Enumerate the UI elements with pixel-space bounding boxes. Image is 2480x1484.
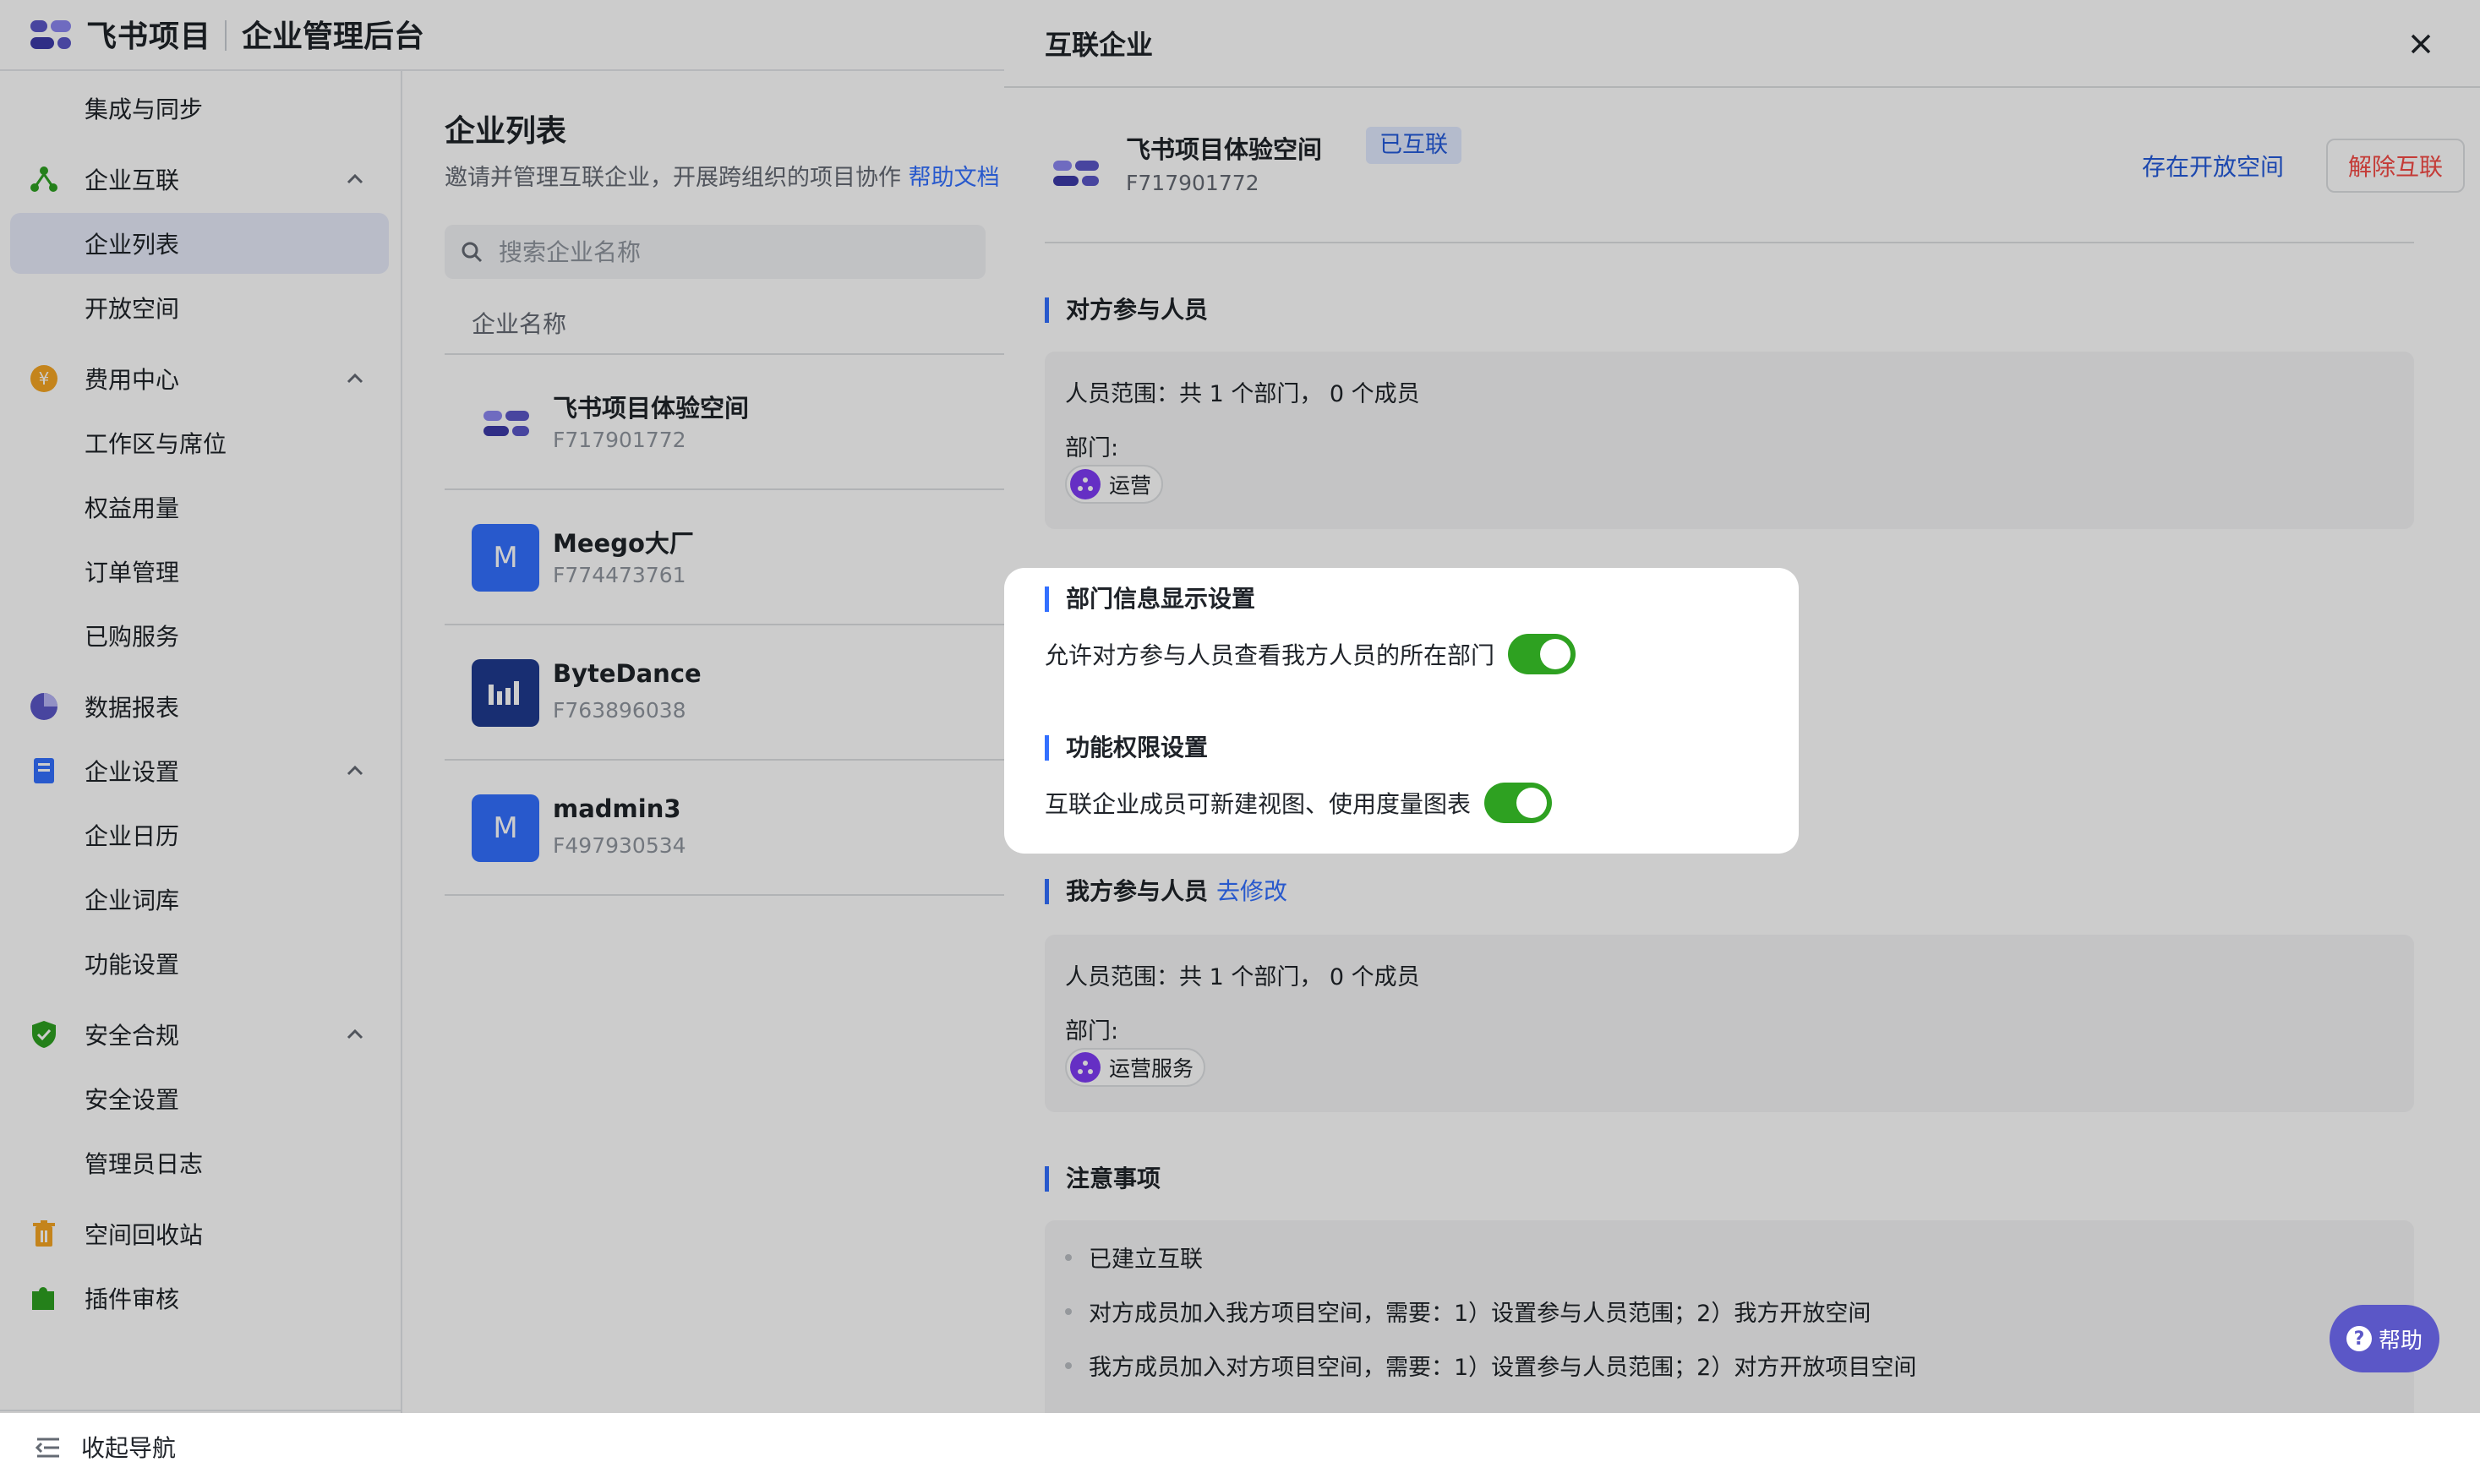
department-icon [1070, 1052, 1101, 1083]
their-members-title: 对方参与人员 [1045, 297, 1208, 323]
permissions-setting: 互联企业成员可新建视图、使用度量图表 [1045, 783, 1553, 823]
drawer-title: 互联企业 [1045, 29, 1154, 61]
highlighted-settings-panel: 部门信息显示设置 允许对方参与人员查看我方人员的所在部门 功能权限设置 互联企业… [1004, 568, 1799, 854]
dept-display-setting: 允许对方参与人员查看我方人员的所在部门 [1045, 634, 1576, 674]
drawer-header: 互联企业 [1004, 0, 2480, 88]
unlink-button[interactable]: 解除互联 [2326, 139, 2465, 193]
our-members-title: 我方参与人员 去修改 [1045, 879, 1287, 904]
dept-display-toggle[interactable] [1508, 634, 1576, 674]
enterprise-card: 飞书项目体验空间 已互联 F717901772 存在开放空间 解除互联 [1045, 118, 2465, 243]
notes-title: 注意事项 [1045, 1166, 1161, 1192]
department-icon [1070, 469, 1101, 499]
collapse-nav-button[interactable]: 收起导航 [0, 1410, 402, 1484]
department-chip: 运营服务 [1065, 1048, 1206, 1087]
member-range-text: 人员范围：共 1 个部门， 0 个成员 [1065, 381, 1420, 407]
member-range-text: 人员范围：共 1 个部门， 0 个成员 [1065, 964, 1420, 990]
permissions-title: 功能权限设置 [1045, 735, 1208, 761]
permissions-toggle[interactable] [1484, 783, 1553, 823]
dept-display-title: 部门信息显示设置 [1045, 587, 1255, 612]
edit-members-link[interactable]: 去修改 [1216, 877, 1287, 905]
feishu-project-logo [1053, 161, 1099, 186]
their-members-box: 人员范围：共 1 个部门， 0 个成员 部门: 运营 [1045, 352, 2414, 529]
close-icon [2411, 34, 2431, 54]
dept-label: 部门: [1065, 435, 1119, 461]
enterprise-name: 飞书项目体验空间 [1126, 135, 1323, 164]
enterprise-id: F717901772 [1126, 171, 1259, 195]
open-space-link[interactable]: 存在开放空间 [2142, 149, 2284, 183]
close-button[interactable] [2401, 24, 2441, 64]
list-item: 已建立互联 [1065, 1241, 1203, 1274]
status-badge: 已互联 [1366, 127, 1461, 164]
help-button[interactable]: ? 帮助 [2330, 1305, 2439, 1372]
our-members-box: 人员范围：共 1 个部门， 0 个成员 部门: 运营服务 [1045, 935, 2414, 1112]
help-icon: ? [2346, 1326, 2372, 1351]
list-item: 我方成员加入对方项目空间，需要：1）设置参与人员范围；2）对方开放项目空间 [1065, 1349, 1916, 1382]
dept-label: 部门: [1065, 1018, 1119, 1045]
list-item: 对方成员加入我方项目空间，需要：1）设置参与人员范围；2）我方开放空间 [1065, 1295, 1871, 1328]
collapse-nav-icon [35, 1438, 59, 1458]
notes-box: 已建立互联 对方成员加入我方项目空间，需要：1）设置参与人员范围；2）我方开放空… [1045, 1220, 2414, 1413]
department-chip: 运营 [1065, 465, 1164, 504]
